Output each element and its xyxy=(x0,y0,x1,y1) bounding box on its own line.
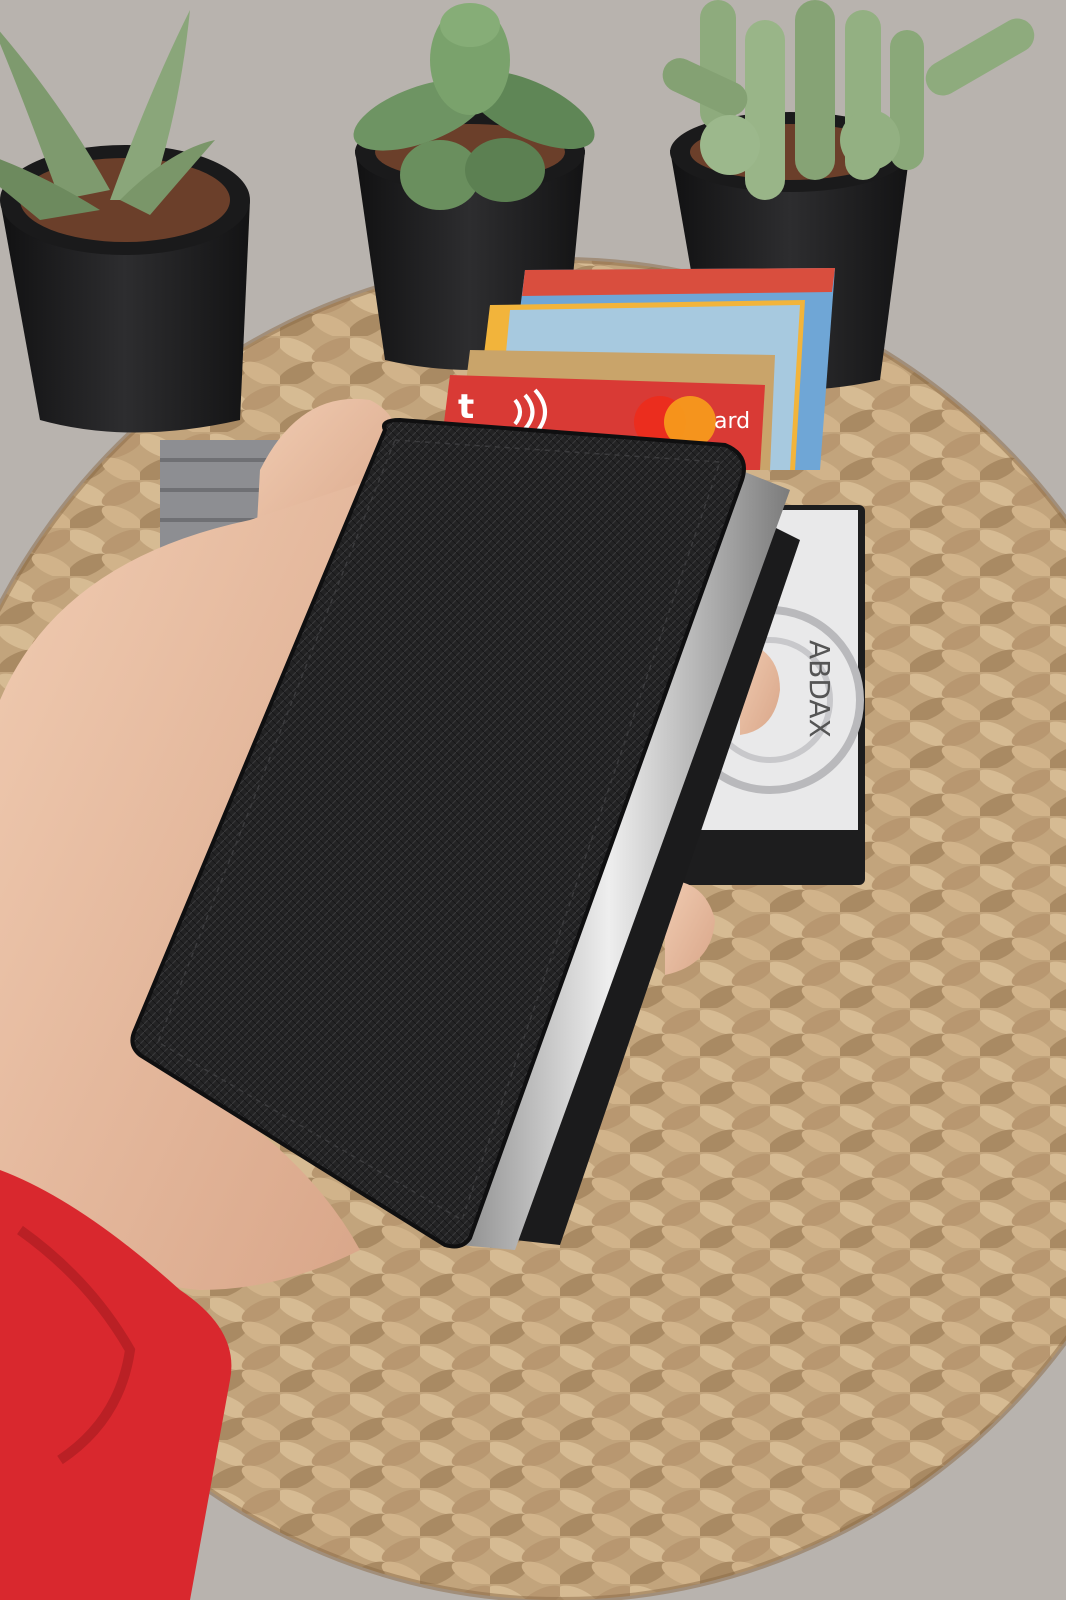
red-card-brand: ard xyxy=(714,409,750,434)
red-card-text: t xyxy=(458,387,474,427)
box-label: ABDAX xyxy=(803,640,836,738)
photo-scene: ABDAX A t ard xyxy=(0,0,1066,1600)
